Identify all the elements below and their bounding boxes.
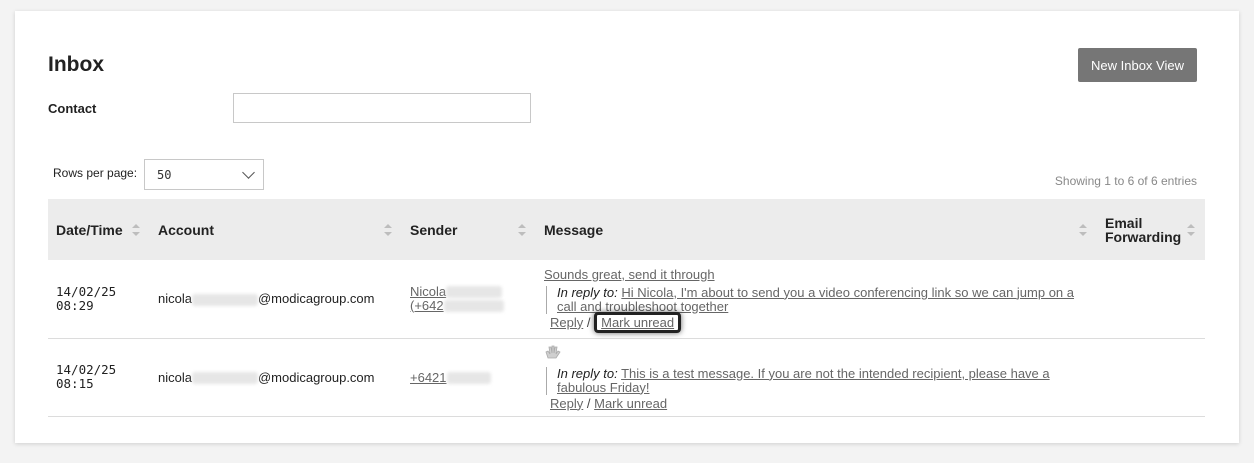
email-forwarding-cell xyxy=(1097,260,1205,338)
sender-number-link[interactable]: +6421 xyxy=(410,370,491,385)
table-row: 14/02/25 08:29 nicola @modicagroup.com Ni… xyxy=(48,260,1205,338)
rows-per-page-label: Rows per page: xyxy=(53,166,138,180)
sender-number-link[interactable]: (+642 xyxy=(410,298,504,313)
contact-input[interactable] xyxy=(233,93,531,123)
sender-cell: +6421 xyxy=(402,338,536,416)
sort-icon xyxy=(518,223,526,236)
datetime-cell: 14/02/25 08:15 xyxy=(56,362,117,391)
header-message[interactable]: Message xyxy=(536,199,1097,260)
account-cell: nicola @modicagroup.com xyxy=(158,291,375,307)
header-account[interactable]: Account xyxy=(150,199,402,260)
action-separator: / xyxy=(586,314,591,330)
reply-label: In reply to: xyxy=(557,365,618,381)
message-cell: Sounds great, send it through In reply t… xyxy=(536,260,1097,338)
email-forwarding-cell xyxy=(1097,338,1205,416)
header-datetime[interactable]: Date/Time xyxy=(48,199,150,260)
redacted-text xyxy=(446,286,503,299)
page-title: Inbox xyxy=(48,53,104,76)
table-header-row: Date/Time Account Sender Message Email F… xyxy=(48,199,1205,260)
inbox-card: Inbox New Inbox View Contact Rows per pa… xyxy=(15,11,1239,443)
message-actions: Reply / Mark unread xyxy=(550,395,1089,411)
header-sender[interactable]: Sender xyxy=(402,199,536,260)
reply-link[interactable]: Reply xyxy=(550,315,583,330)
inbox-table: Date/Time Account Sender Message Email F… xyxy=(48,199,1205,417)
mark-unread-link[interactable]: Mark unread xyxy=(594,396,667,411)
entries-info: Showing 1 to 6 of 6 entries xyxy=(1054,174,1197,188)
header-email-forwarding[interactable]: Email Forwarding xyxy=(1097,199,1205,260)
redacted-text xyxy=(446,372,491,385)
sort-icon xyxy=(1187,223,1195,236)
sort-icon xyxy=(1079,223,1087,236)
reply-text-link[interactable]: Hi Nicola, I'm about to send you a video… xyxy=(557,285,1074,314)
reply-link[interactable]: Reply xyxy=(550,396,583,411)
reply-quote: In reply to: Hi Nicola, I'm about to sen… xyxy=(546,284,1089,314)
message-actions: Reply / Mark unread xyxy=(550,311,1089,333)
sender-link[interactable]: Nicola xyxy=(410,284,503,299)
new-inbox-view-button[interactable]: New Inbox View xyxy=(1078,48,1197,82)
sender-cell: Nicola (+642 xyxy=(402,260,536,338)
contact-label: Contact xyxy=(48,101,97,116)
reply-quote: In reply to: This is a test message. If … xyxy=(546,365,1089,395)
redacted-text xyxy=(191,293,258,306)
waving-hand-icon xyxy=(544,344,562,362)
sort-icon xyxy=(132,223,140,236)
rows-per-page-value: 50 xyxy=(157,167,172,182)
message-cell: In reply to: This is a test message. If … xyxy=(536,338,1097,416)
action-separator: / xyxy=(586,395,591,411)
account-cell: nicola @modicagroup.com xyxy=(158,369,375,385)
mark-unread-link[interactable]: Mark unread xyxy=(601,315,674,330)
datetime-cell: 14/02/25 08:29 xyxy=(56,283,117,313)
table-row: 14/02/25 08:15 nicola @modicagroup.com +6… xyxy=(48,338,1205,416)
redacted-text xyxy=(443,300,504,313)
chevron-down-icon xyxy=(242,166,255,179)
message-link[interactable]: Sounds great, send it through xyxy=(544,267,1089,282)
redacted-text xyxy=(191,372,258,385)
mark-unread-highlight: Mark unread xyxy=(594,311,682,333)
reply-label: In reply to: xyxy=(557,284,618,300)
reply-text-link[interactable]: This is a test message. If you are not t… xyxy=(557,366,1050,395)
rows-per-page-select[interactable]: 50 xyxy=(144,159,264,190)
sort-icon xyxy=(384,223,392,236)
